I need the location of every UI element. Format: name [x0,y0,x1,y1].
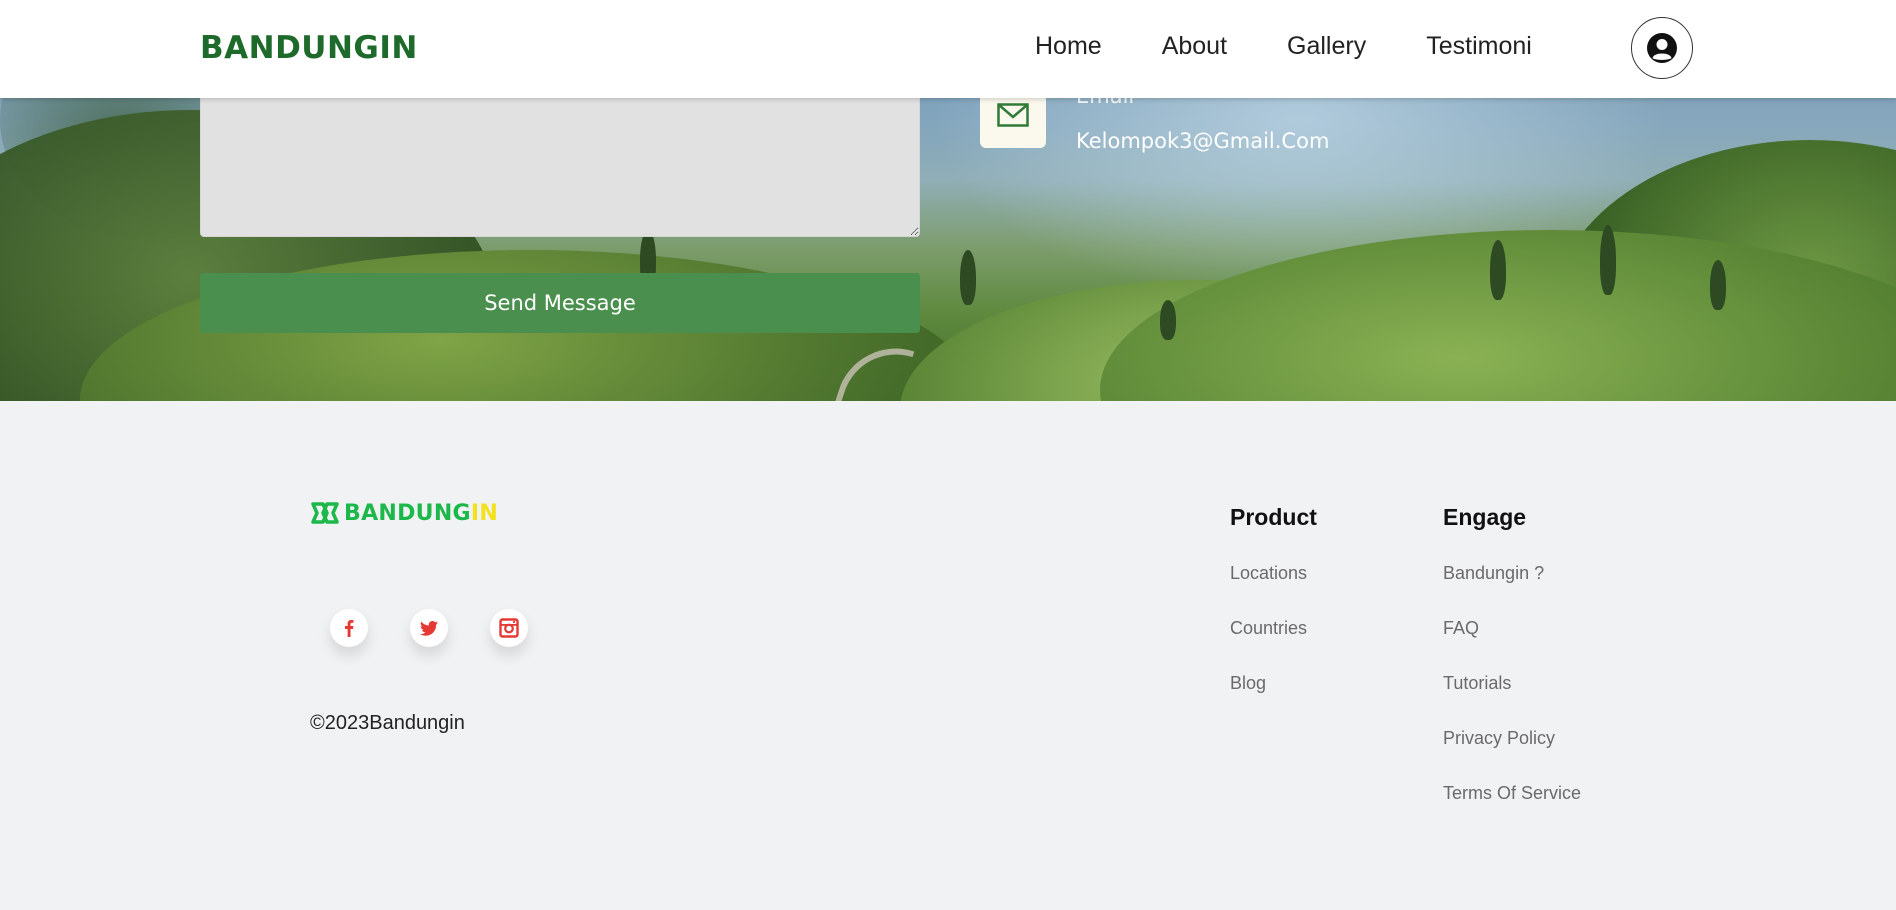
footer-column-title: Product [1230,504,1317,530]
background-tree [1710,260,1726,310]
nav-link-gallery[interactable]: Gallery [1287,32,1366,61]
footer-link-list: Locations Countries Blog [1230,563,1317,728]
footer-logo-text: BANDUNGIN [344,500,499,526]
footer-link-blog[interactable]: Blog [1230,673,1266,693]
twitter-link[interactable] [410,609,448,647]
list-item: Terms Of Service [1443,783,1581,838]
list-item: FAQ [1443,618,1581,673]
email-value: Kelompok3@Gmail.Com [1076,129,1330,153]
facebook-icon [345,620,354,637]
background-tree [1490,240,1506,300]
nav-link-testimoni[interactable]: Testimoni [1426,32,1532,61]
footer-link-list: Bandungin ? FAQ Tutorials Privacy Policy… [1443,563,1581,838]
background-tree [1160,300,1176,340]
footer-column-product: Product Locations Countries Blog [1230,504,1317,728]
social-links [330,609,528,647]
list-item: Locations [1230,563,1317,618]
nav-link-about[interactable]: About [1162,32,1227,61]
footer-link-privacy-policy[interactable]: Privacy Policy [1443,728,1555,748]
facebook-link[interactable] [330,609,368,647]
footer-link-bandungin[interactable]: Bandungin ? [1443,563,1544,583]
send-message-button[interactable]: Send Message [200,273,920,333]
background-tree [1600,225,1616,295]
footer-link-faq[interactable]: FAQ [1443,618,1479,638]
copyright-text: ©2023Bandungin [310,712,465,734]
footer-link-locations[interactable]: Locations [1230,563,1307,583]
list-item: Countries [1230,618,1317,673]
nav-links: Home About Gallery Testimoni [1035,32,1592,61]
twitter-icon [420,620,438,636]
footer-link-terms-of-service[interactable]: Terms Of Service [1443,783,1581,803]
footer-logo[interactable]: BANDUNGIN [310,500,498,526]
instagram-link[interactable] [490,609,528,647]
footer-column-title: Engage [1443,504,1527,530]
profile-button[interactable] [1631,17,1693,79]
brand-logo[interactable]: BANDUNGIN [200,30,418,66]
background-tree [960,250,976,305]
list-item: Blog [1230,673,1317,728]
mail-icon [997,103,1029,127]
user-circle-icon [1647,33,1677,63]
footer-link-countries[interactable]: Countries [1230,618,1307,638]
list-item: Bandungin ? [1443,563,1581,618]
bandungin-logo-icon [311,502,339,524]
footer-column-engage: Engage Bandungin ? FAQ Tutorials Privacy… [1443,504,1581,838]
footer-link-tutorials[interactable]: Tutorials [1443,673,1511,693]
list-item: Tutorials [1443,673,1581,728]
instagram-icon [499,618,519,638]
footer: BANDUNGIN ©2023Bandungin Product Locatio… [0,401,1896,910]
navbar: BANDUNGIN Home About Gallery Testimoni [0,0,1896,98]
nav-link-home[interactable]: Home [1035,32,1102,61]
list-item: Privacy Policy [1443,728,1581,783]
